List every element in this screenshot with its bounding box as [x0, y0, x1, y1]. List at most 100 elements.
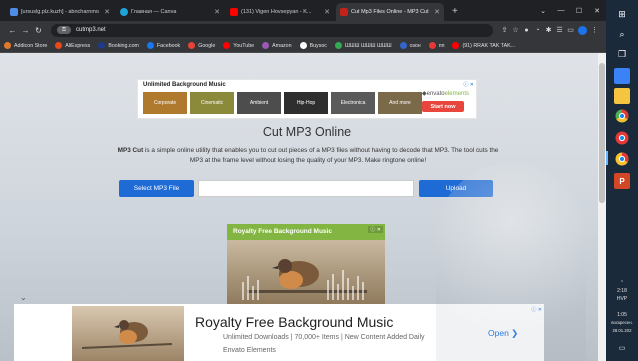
bottom-banner-ad[interactable]: Royalty Free Background Music Unlimited … — [14, 304, 544, 361]
envato-logo: ◆envatoelements — [422, 90, 469, 97]
bookmark-label: Buysoc — [309, 42, 327, 49]
window-controls: ⌄ — ☐ ✕ — [534, 0, 606, 21]
bookmark-item[interactable]: Addicon Store — [4, 42, 47, 49]
chrome-profile-icon[interactable] — [614, 130, 630, 146]
ad-category[interactable]: Ambient — [237, 92, 281, 114]
ad-category-list: Corporate Cinematic Ambient Hip-Hop Elec… — [143, 92, 425, 114]
ad-advertiser: Envato Elements — [223, 347, 276, 354]
address-bar[interactable]: ⚿ cutmp3.net — [51, 23, 493, 37]
tab-cutmp3[interactable]: Cut Mp3 Files Online - MP3 Cut ✕ — [336, 3, 444, 21]
clock-time[interactable]: 1:05 — [606, 312, 638, 318]
ad-category[interactable]: And more — [378, 92, 422, 114]
chrome-active-icon[interactable] — [614, 151, 630, 167]
task-view-icon[interactable]: ❐ — [614, 46, 630, 62]
bird-illustration — [81, 320, 173, 349]
select-mp3-button[interactable]: Select MP3 File — [119, 180, 194, 197]
bookmark-label: AliExpress — [65, 42, 91, 49]
ad-category[interactable]: Corporate — [143, 92, 187, 114]
bookmark-item[interactable]: Facebook — [146, 42, 180, 49]
bookmark-item[interactable]: AliExpress — [55, 42, 90, 49]
tray-time: 2:18 — [617, 288, 627, 294]
tab-canva[interactable]: Главная — Canva ✕ — [116, 3, 224, 21]
youtube-icon — [230, 8, 238, 16]
bookmark-star-icon[interactable]: ☆ — [510, 26, 521, 34]
chrome-icon[interactable] — [614, 108, 630, 124]
windows-start-icon[interactable]: ⊞ — [614, 6, 630, 22]
bookmark-label: озон — [409, 42, 421, 49]
bookmark-label: YouTube — [233, 42, 255, 49]
close-icon[interactable]: ✕ — [214, 8, 220, 16]
start-now-button[interactable]: Start now — [422, 101, 464, 112]
search-icon[interactable]: ⌕ — [614, 26, 630, 42]
file-name-field[interactable] — [198, 180, 414, 197]
bookmark-label: Addicon Store — [14, 42, 48, 49]
tab-ursus[interactable]: [ursuslg.plz.kuzh] - abncharnmo ✕ — [6, 3, 114, 21]
file-explorer-icon[interactable] — [614, 88, 630, 104]
close-window-button[interactable]: ✕ — [588, 7, 606, 15]
bookmark-item[interactable]: Google — [188, 42, 215, 49]
ad-category[interactable]: Hip-Hop — [284, 92, 328, 114]
bookmark-favicon-icon — [428, 42, 436, 49]
tray-chevron-icon[interactable]: ⌃ — [606, 280, 638, 286]
back-arrow-icon[interactable]: ← — [6, 26, 19, 35]
active-app-indicator — [606, 151, 608, 165]
tab-favicon-icon — [120, 8, 128, 16]
bookmark-favicon-icon — [55, 42, 63, 49]
maximize-button[interactable]: ☐ — [570, 7, 588, 15]
middle-ad[interactable]: Royalty Free Background Music ⓘ ✕ — [227, 224, 385, 304]
puzzle-icon[interactable]: ✱ — [543, 26, 554, 34]
bookmark-item[interactable]: ШШШ ШШШ ШШШ — [334, 42, 392, 49]
bookmark-item[interactable]: Аmazon — [262, 42, 292, 49]
bookmark-item[interactable]: озон — [399, 42, 421, 49]
profile-avatar[interactable] — [578, 25, 587, 35]
ad-category[interactable]: Electronica — [331, 92, 375, 114]
bookmark-item[interactable]: пп — [428, 42, 444, 49]
chevron-down-icon[interactable]: ⌄ — [534, 7, 552, 15]
description-body: is a simple online utility that enables … — [143, 147, 499, 164]
forward-arrow-icon[interactable]: → — [19, 26, 32, 35]
close-icon[interactable]: ✕ — [324, 8, 330, 16]
reload-icon[interactable]: ↻ — [32, 26, 45, 35]
bookmark-favicon-icon — [399, 42, 407, 49]
bookmark-item[interactable]: Buysoc — [299, 42, 327, 49]
bird-image — [227, 240, 385, 304]
tab-strip: [ursuslg.plz.kuzh] - abncharnmo ✕ Главна… — [0, 0, 606, 21]
upload-button[interactable]: Upload — [419, 180, 493, 197]
bookmark-label: ШШШ ШШШ ШШШ — [344, 42, 392, 49]
bookmark-item[interactable]: Booking.com — [98, 42, 139, 49]
menu-dots-icon[interactable]: ⋮ — [589, 26, 600, 34]
language-indicator[interactable]: HVP — [606, 296, 638, 302]
bookmark-item[interactable]: (91) RRAK TAK TAK... — [452, 42, 515, 49]
ad-choices-icon[interactable]: ⓘ ✕ — [463, 81, 474, 88]
clock-day: воскресен. — [611, 320, 633, 325]
store-app-icon[interactable] — [614, 68, 630, 84]
page-scrollbar[interactable] — [598, 53, 606, 361]
close-icon[interactable]: ✕ — [434, 8, 440, 16]
top-banner-ad[interactable]: Unlimited Background Music Corporate Cin… — [137, 79, 477, 119]
bookmark-item[interactable]: YouTube — [223, 42, 254, 49]
reading-list-icon[interactable]: ☰ — [554, 26, 565, 34]
tab-label: Главная — Canva — [131, 9, 177, 15]
ad-choices-icon[interactable]: ⓘ ✕ — [368, 226, 383, 233]
powerpoint-icon[interactable]: P — [614, 173, 630, 189]
share-icon[interactable]: ⇪ — [499, 26, 510, 34]
notifications-icon[interactable]: ▭ — [606, 345, 638, 352]
open-button[interactable]: Open ❯ — [488, 328, 518, 339]
scrollbar-thumb[interactable] — [599, 63, 605, 203]
collapse-ad-toggle[interactable]: ⌄ — [20, 293, 27, 302]
bookmark-favicon-icon — [146, 42, 154, 49]
site-info-icon[interactable]: ⚿ — [57, 26, 71, 34]
bird-thumbnail — [72, 306, 184, 361]
clock-date: 28.01.202 — [612, 328, 632, 333]
close-icon[interactable]: ✕ — [104, 8, 110, 16]
browser-window: [ursuslg.plz.kuzh] - abncharnmo ✕ Главна… — [0, 0, 606, 361]
description-bold: MP3 Cut — [117, 147, 144, 154]
minimize-button[interactable]: — — [552, 7, 570, 14]
ad-category[interactable]: Cinematic — [190, 92, 234, 114]
tab-youtube[interactable]: (131) Vigen Hovsepyan - K... ✕ — [226, 3, 334, 21]
sidebar-icon[interactable]: ▭ — [565, 26, 576, 34]
new-tab-button[interactable]: + — [446, 3, 464, 21]
ad-choices-icon[interactable]: ⓘ ✕ — [531, 306, 542, 313]
extension-vpn-icon[interactable]: ◔ — [532, 27, 543, 34]
extension-icon[interactable]: ● — [521, 27, 532, 34]
